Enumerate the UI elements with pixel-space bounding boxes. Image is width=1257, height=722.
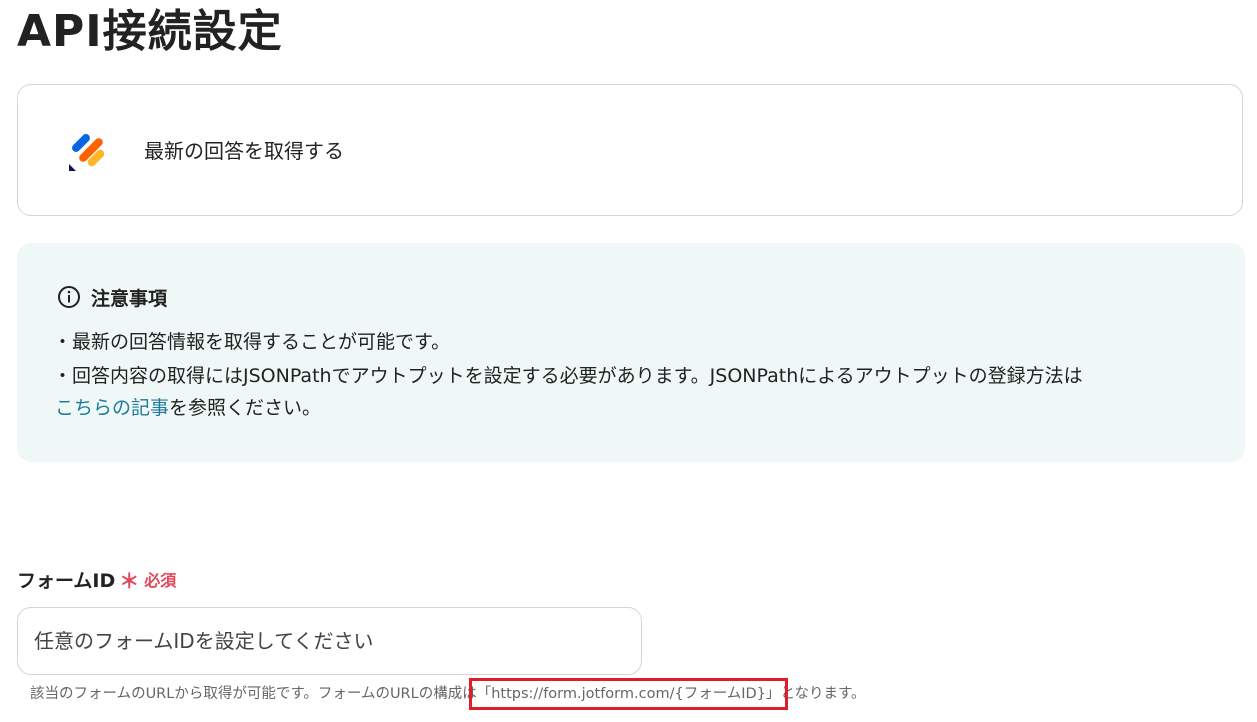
required-asterisk: ＊ [119,568,140,593]
action-label: 最新の回答を取得する [144,139,344,163]
highlighted-url-format: 「https://form.jotform.com/{フォームID}」 [468,678,789,710]
notice-line-3: こちらの記事を参照ください。 [55,391,321,425]
api-connection-settings-page: API接続設定 最新の回答を取得する 注意事項 ・最新の回答情報を取得することが… [0,0,1257,722]
form-id-label: フォームID ＊ 必須 [17,564,176,594]
notice-line-1: ・最新の回答情報を取得することが可能です。 [53,331,451,353]
notice-box: 注意事項 ・最新の回答情報を取得することが可能です。 ・回答内容の取得にはJSO… [17,243,1245,462]
page-title: API接続設定 [17,6,283,57]
form-id-label-text: フォームID [17,569,116,592]
notice-header: 注意事項 [57,283,167,311]
info-circle-icon [58,286,80,308]
notice-title: 注意事項 [91,287,168,310]
help-prefix: 該当のフォームのURLから取得が可能です。フォームのURLの構成は [30,686,477,702]
required-badge: 必須 [144,571,177,590]
jotform-logo-icon [69,134,105,171]
article-link[interactable]: こちらの記事 [55,397,169,419]
help-suffix: となります。 [780,686,866,702]
form-id-input[interactable] [17,607,642,675]
action-card[interactable]: 最新の回答を取得する [17,84,1243,216]
notice-line-3-suffix: を参照ください。 [169,397,322,419]
notice-line-2: ・回答内容の取得にはJSONPathでアウトプットを設定する必要があります。JS… [53,365,1083,387]
form-id-help-text: 該当のフォームのURLから取得が可能です。フォームのURLの構成は「https:… [30,678,866,710]
